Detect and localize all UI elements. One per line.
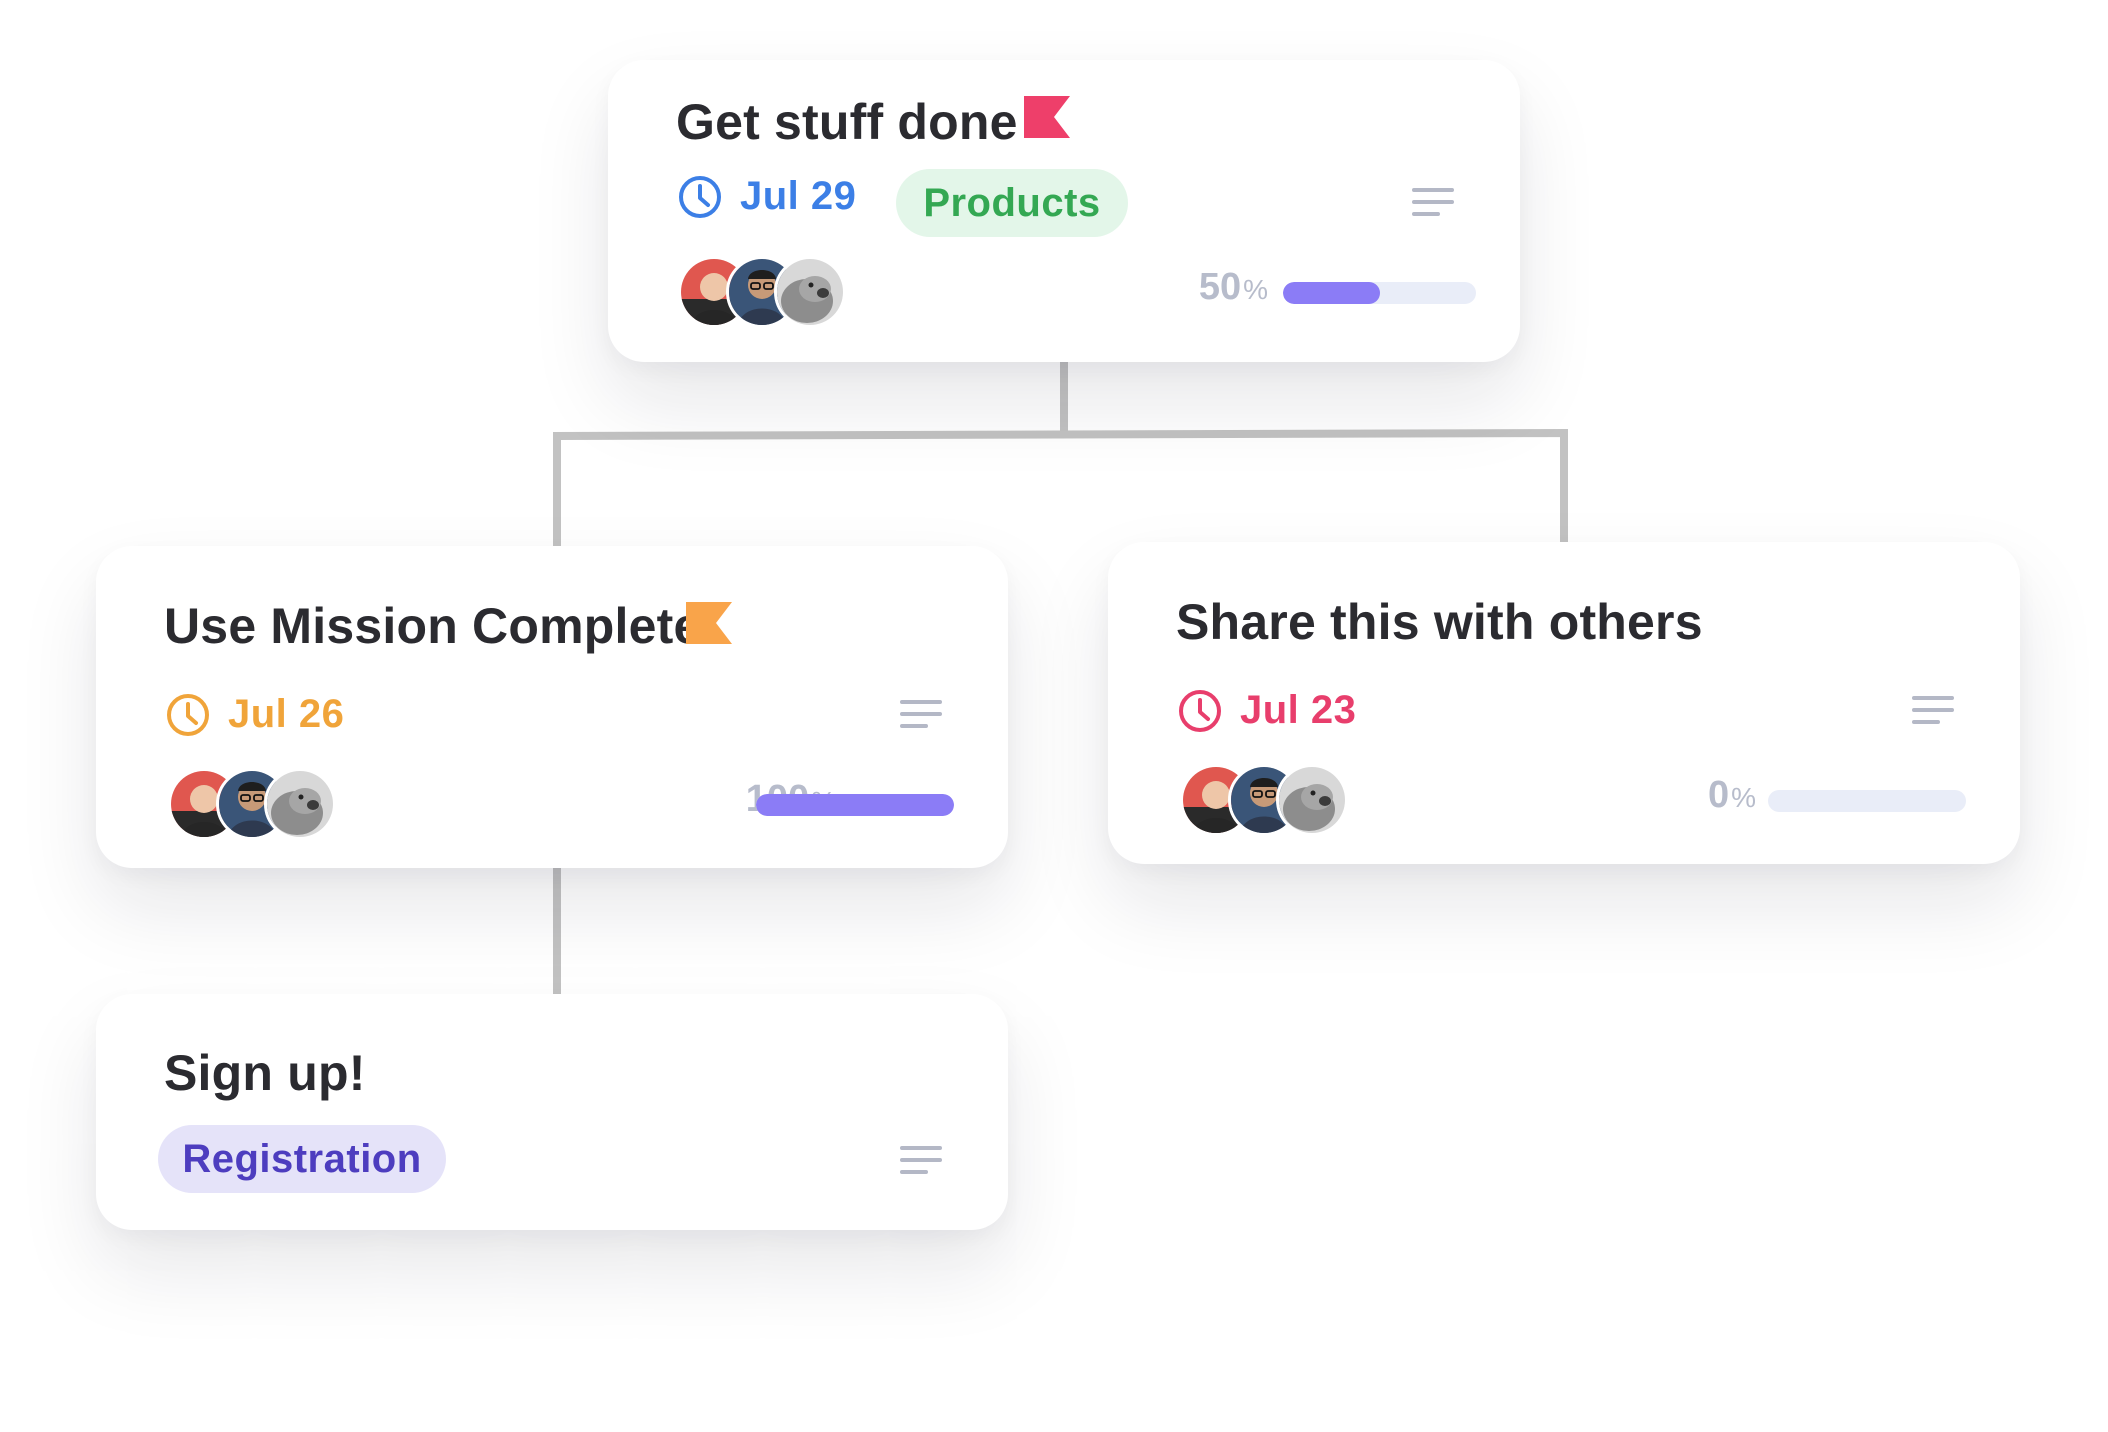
priority-flag-icon[interactable]: [1024, 96, 1070, 138]
due-date-text: Jul 26: [228, 692, 345, 736]
due-date[interactable]: Jul 23: [1178, 688, 1356, 733]
task-title: Sign up!: [164, 1045, 366, 1101]
task-title: Get stuff done: [676, 94, 1018, 150]
progress-unit: %: [1243, 274, 1268, 305]
menu-lines-icon[interactable]: [900, 1146, 942, 1174]
due-date-text: Jul 23: [1240, 688, 1357, 732]
assignee-avatars[interactable]: [1180, 764, 1350, 836]
due-date[interactable]: Jul 29: [678, 174, 856, 219]
clock-icon: [1179, 689, 1221, 732]
task-card-use-mission-complete[interactable]: Use Mission Complete Jul 26: [96, 546, 1008, 868]
assignee-avatars[interactable]: [678, 256, 848, 328]
progress-bar-fill: [756, 794, 954, 816]
menu-lines-icon[interactable]: [1912, 696, 1954, 724]
tag-registration[interactable]: Registration: [158, 1125, 446, 1193]
progress-unit: %: [1731, 782, 1756, 813]
clock-icon: [167, 693, 209, 736]
branch-connector-line: [553, 428, 1568, 546]
priority-flag-icon[interactable]: [686, 602, 732, 644]
progress-bar: [1768, 790, 1966, 812]
progress-bar: [1283, 282, 1476, 304]
due-date[interactable]: Jul 26: [166, 692, 344, 737]
clock-icon: [679, 175, 721, 218]
progress-bar-fill: [1283, 282, 1380, 304]
task-title: Share this with others: [1176, 594, 1703, 650]
progress-percent: 50%: [1148, 266, 1268, 309]
menu-lines-icon[interactable]: [900, 700, 942, 728]
progress-percent: 0%: [1628, 774, 1756, 817]
tag-products[interactable]: Products: [896, 169, 1128, 237]
progress-value: 50: [1198, 266, 1242, 308]
progress-bar: [756, 794, 954, 816]
due-date-text: Jul 29: [740, 174, 857, 218]
task-card-sign-up[interactable]: Sign up! Registration: [96, 994, 1008, 1230]
task-card-get-stuff-done[interactable]: Get stuff done Jul 29 Products 50%: [608, 60, 1520, 362]
avatar-seal: [774, 256, 846, 328]
task-title: Use Mission Complete: [164, 598, 702, 654]
avatar-seal: [1276, 764, 1348, 836]
task-card-share-this-with-others[interactable]: Share this with others Jul 23 0%: [1108, 542, 2020, 864]
avatar-seal: [264, 768, 336, 840]
progress-value: 0: [1707, 774, 1730, 816]
assignee-avatars[interactable]: [168, 768, 338, 840]
menu-lines-icon[interactable]: [1412, 188, 1454, 216]
